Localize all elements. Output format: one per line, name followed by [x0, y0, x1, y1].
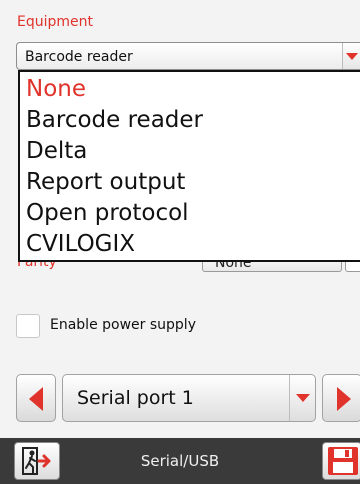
dropdown-option-cvilogix[interactable]: CVILOGIX — [20, 229, 360, 260]
dropdown-option-none[interactable]: None — [20, 74, 360, 105]
save-button[interactable] — [322, 442, 360, 480]
power-supply-label: Enable power supply — [50, 317, 196, 333]
serial-port-select[interactable]: Serial port 1 — [62, 374, 316, 422]
dropdown-option-delta[interactable]: Delta — [20, 136, 360, 167]
equipment-dropdown-list: None Barcode reader Delta Report output … — [18, 70, 360, 262]
chevron-down-icon[interactable] — [289, 375, 315, 421]
power-supply-checkbox[interactable] — [16, 314, 40, 338]
chevron-down-icon[interactable] — [342, 43, 360, 69]
next-port-button[interactable] — [322, 374, 360, 422]
equipment-label: Equipment — [17, 14, 93, 30]
dropdown-option-open-protocol[interactable]: Open protocol — [20, 198, 360, 229]
floppy-save-icon — [328, 447, 358, 475]
equipment-select[interactable]: Barcode reader — [16, 42, 360, 70]
dropdown-option-report-output[interactable]: Report output — [20, 167, 360, 198]
previous-port-button[interactable] — [16, 374, 56, 422]
exit-door-icon — [22, 447, 51, 475]
arrow-right-icon — [337, 387, 351, 411]
equipment-selected-value: Barcode reader — [25, 49, 133, 65]
arrow-left-icon — [29, 387, 43, 411]
exit-button[interactable] — [14, 442, 60, 480]
serial-port-value: Serial port 1 — [77, 387, 194, 409]
dropdown-option-barcode-reader[interactable]: Barcode reader — [20, 105, 360, 136]
bottom-bar: Serial/USB — [0, 438, 360, 484]
